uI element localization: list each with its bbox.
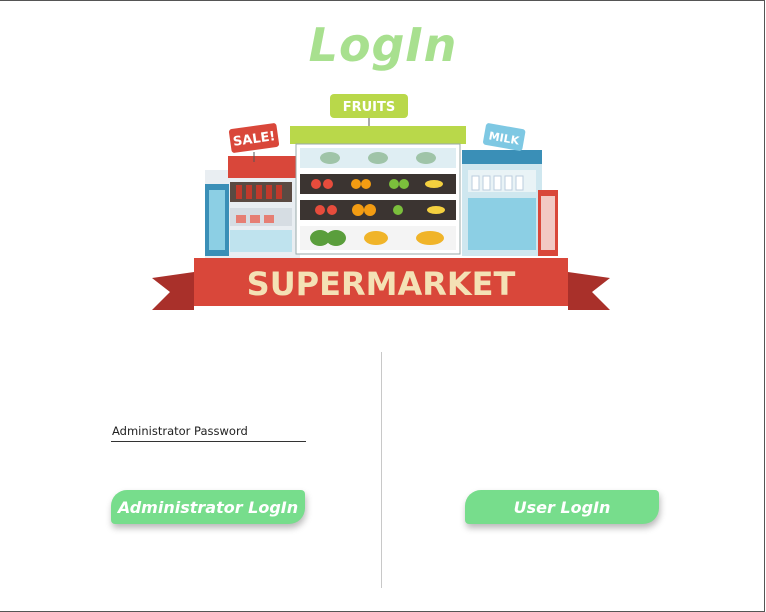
supermarket-ribbon-label: SUPERMARKET <box>247 265 516 303</box>
vertical-divider <box>381 352 382 588</box>
admin-login-label: Administrator LogIn <box>117 497 299 517</box>
user-login-button[interactable]: User LogIn <box>465 490 659 524</box>
admin-login-button[interactable]: Administrator LogIn <box>111 490 305 524</box>
fruits-sign-label: FRUITS <box>343 100 396 115</box>
supermarket-illustration: SALE! MILK FRUITS SUPERMARKET <box>152 94 610 310</box>
page-title: LogIn <box>308 18 458 72</box>
user-login-label: User LogIn <box>513 497 611 517</box>
admin-password-field[interactable] <box>111 420 306 442</box>
